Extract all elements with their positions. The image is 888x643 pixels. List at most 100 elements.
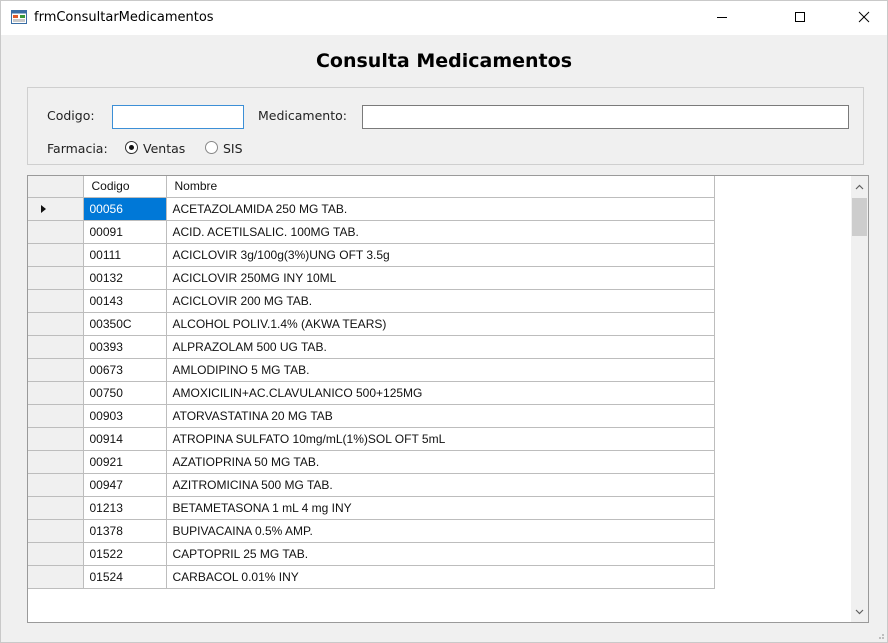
- row-header-cell[interactable]: [28, 219, 84, 244]
- row-header-corner[interactable]: [28, 176, 84, 198]
- cell-codigo[interactable]: 01522: [82, 541, 167, 566]
- scroll-down-button[interactable]: [851, 603, 868, 620]
- scroll-up-button[interactable]: [851, 178, 868, 195]
- radio-sis[interactable]: [205, 141, 218, 154]
- radio-ventas[interactable]: [125, 141, 138, 154]
- cell-nombre[interactable]: CARBACOL 0.01% INY: [165, 564, 715, 589]
- chevron-down-icon: [855, 609, 864, 614]
- chevron-up-icon: [855, 184, 864, 189]
- minimize-button[interactable]: [699, 1, 745, 33]
- medicamentos-grid[interactable]: Codigo Nombre 00056 ACETAZOLAMIDA 250 MG …: [27, 175, 869, 623]
- minimize-icon: [717, 17, 727, 18]
- medicamento-input[interactable]: [362, 105, 849, 129]
- table-row[interactable]: 00393 ALPRAZOLAM 500 UG TAB.: [28, 334, 715, 359]
- row-header-cell[interactable]: [28, 265, 84, 290]
- vertical-scrollbar[interactable]: [851, 176, 868, 622]
- window-title: frmConsultarMedicamentos: [34, 10, 214, 25]
- cell-codigo[interactable]: 00091: [82, 219, 167, 244]
- medicamento-label: Medicamento:: [258, 108, 347, 123]
- table-row[interactable]: 00132 ACICLOVIR 250MG INY 10ML: [28, 265, 715, 290]
- row-header-cell[interactable]: [28, 449, 84, 474]
- column-header-nombre[interactable]: Nombre: [165, 176, 715, 198]
- codigo-label: Codigo:: [47, 108, 95, 123]
- row-header-cell[interactable]: [28, 311, 84, 336]
- cell-nombre[interactable]: AMOXICILIN+AC.CLAVULANICO 500+125MG: [165, 380, 715, 405]
- table-row[interactable]: 01524 CARBACOL 0.01% INY: [28, 564, 715, 589]
- table-row[interactable]: 00673 AMLODIPINO 5 MG TAB.: [28, 357, 715, 382]
- table-row[interactable]: 00914 ATROPINA SULFATO 10mg/mL(1%)SOL OFT…: [28, 426, 715, 451]
- cell-nombre[interactable]: ACICLOVIR 200 MG TAB.: [165, 288, 715, 313]
- resize-grip-icon[interactable]: [875, 630, 885, 640]
- cell-nombre[interactable]: ACETAZOLAMIDA 250 MG TAB.: [165, 196, 715, 221]
- cell-nombre[interactable]: ALCOHOL POLIV.1.4% (AKWA TEARS): [165, 311, 715, 336]
- cell-nombre[interactable]: ATORVASTATINA 20 MG TAB: [165, 403, 715, 428]
- row-header-cell[interactable]: [28, 541, 84, 566]
- row-header-cell[interactable]: [28, 564, 84, 589]
- cell-nombre[interactable]: AZITROMICINA 500 MG TAB.: [165, 472, 715, 497]
- cell-codigo[interactable]: 00903: [82, 403, 167, 428]
- cell-nombre[interactable]: CAPTOPRIL 25 MG TAB.: [165, 541, 715, 566]
- cell-codigo[interactable]: 01378: [82, 518, 167, 543]
- window: frmConsultarMedicamentos Consulta Medica…: [0, 0, 888, 643]
- cell-nombre[interactable]: BETAMETASONA 1 mL 4 mg INY: [165, 495, 715, 520]
- table-row[interactable]: 00350C ALCOHOL POLIV.1.4% (AKWA TEARS): [28, 311, 715, 336]
- cell-codigo[interactable]: 00914: [82, 426, 167, 451]
- table-row[interactable]: 00091 ACID. ACETILSALIC. 100MG TAB.: [28, 219, 715, 244]
- cell-codigo[interactable]: 00673: [82, 357, 167, 382]
- page-title: Consulta Medicamentos: [315, 50, 573, 72]
- row-header-cell[interactable]: [28, 334, 84, 359]
- cell-nombre[interactable]: ACICLOVIR 250MG INY 10ML: [165, 265, 715, 290]
- row-header-cell[interactable]: [28, 242, 84, 267]
- table-row[interactable]: 01213 BETAMETASONA 1 mL 4 mg INY: [28, 495, 715, 520]
- close-icon: [858, 11, 870, 23]
- row-header-cell[interactable]: [28, 426, 84, 451]
- radio-ventas-label[interactable]: Ventas: [143, 141, 185, 156]
- cell-codigo[interactable]: 00132: [82, 265, 167, 290]
- cell-codigo[interactable]: 00143: [82, 288, 167, 313]
- grid-table: Codigo Nombre 00056 ACETAZOLAMIDA 250 MG …: [28, 176, 715, 589]
- close-button[interactable]: [841, 1, 887, 33]
- table-row[interactable]: 00750 AMOXICILIN+AC.CLAVULANICO 500+125MG: [28, 380, 715, 405]
- table-row[interactable]: 00111 ACICLOVIR 3g/100g(3%)UNG OFT 3.5g: [28, 242, 715, 267]
- cell-nombre[interactable]: ACID. ACETILSALIC. 100MG TAB.: [165, 219, 715, 244]
- cell-codigo[interactable]: 00947: [82, 472, 167, 497]
- table-row[interactable]: 00947 AZITROMICINA 500 MG TAB.: [28, 472, 715, 497]
- cell-codigo[interactable]: 00393: [82, 334, 167, 359]
- cell-nombre[interactable]: ATROPINA SULFATO 10mg/mL(1%)SOL OFT 5mL: [165, 426, 715, 451]
- table-row[interactable]: 00056 ACETAZOLAMIDA 250 MG TAB.: [28, 196, 715, 221]
- title-bar[interactable]: frmConsultarMedicamentos: [1, 1, 887, 35]
- row-header-cell[interactable]: [28, 403, 84, 428]
- filter-panel: Codigo: Medicamento: Farmacia: Ventas SI…: [27, 87, 864, 165]
- cell-nombre[interactable]: ALPRAZOLAM 500 UG TAB.: [165, 334, 715, 359]
- cell-codigo[interactable]: 00350C: [82, 311, 167, 336]
- table-row[interactable]: 00921 AZATIOPRINA 50 MG TAB.: [28, 449, 715, 474]
- table-row[interactable]: 01522 CAPTOPRIL 25 MG TAB.: [28, 541, 715, 566]
- row-header-cell[interactable]: [28, 380, 84, 405]
- row-header-cell[interactable]: [28, 472, 84, 497]
- table-row[interactable]: 00143 ACICLOVIR 200 MG TAB.: [28, 288, 715, 313]
- radio-sis-label[interactable]: SIS: [223, 141, 243, 156]
- cell-codigo[interactable]: 00111: [82, 242, 167, 267]
- table-row[interactable]: 00903 ATORVASTATINA 20 MG TAB: [28, 403, 715, 428]
- column-header-codigo[interactable]: Codigo: [82, 176, 167, 198]
- row-header-cell[interactable]: [28, 288, 84, 313]
- row-header-cell[interactable]: [28, 495, 84, 520]
- row-header-cell[interactable]: [28, 518, 84, 543]
- cell-nombre[interactable]: AZATIOPRINA 50 MG TAB.: [165, 449, 715, 474]
- maximize-icon: [795, 12, 805, 22]
- cell-codigo[interactable]: 01213: [82, 495, 167, 520]
- row-header-cell[interactable]: [28, 196, 84, 221]
- cell-nombre[interactable]: ACICLOVIR 3g/100g(3%)UNG OFT 3.5g: [165, 242, 715, 267]
- cell-nombre[interactable]: AMLODIPINO 5 MG TAB.: [165, 357, 715, 382]
- cell-codigo[interactable]: 01524: [82, 564, 167, 589]
- codigo-input[interactable]: [112, 105, 244, 129]
- grid-header-row: Codigo Nombre: [28, 176, 715, 198]
- maximize-button[interactable]: [777, 1, 823, 33]
- row-header-cell[interactable]: [28, 357, 84, 382]
- cell-nombre[interactable]: BUPIVACAINA 0.5% AMP.: [165, 518, 715, 543]
- scroll-thumb[interactable]: [852, 198, 867, 236]
- cell-codigo[interactable]: 00921: [82, 449, 167, 474]
- cell-codigo[interactable]: 00056: [82, 196, 167, 221]
- cell-codigo[interactable]: 00750: [82, 380, 167, 405]
- table-row[interactable]: 01378 BUPIVACAINA 0.5% AMP.: [28, 518, 715, 543]
